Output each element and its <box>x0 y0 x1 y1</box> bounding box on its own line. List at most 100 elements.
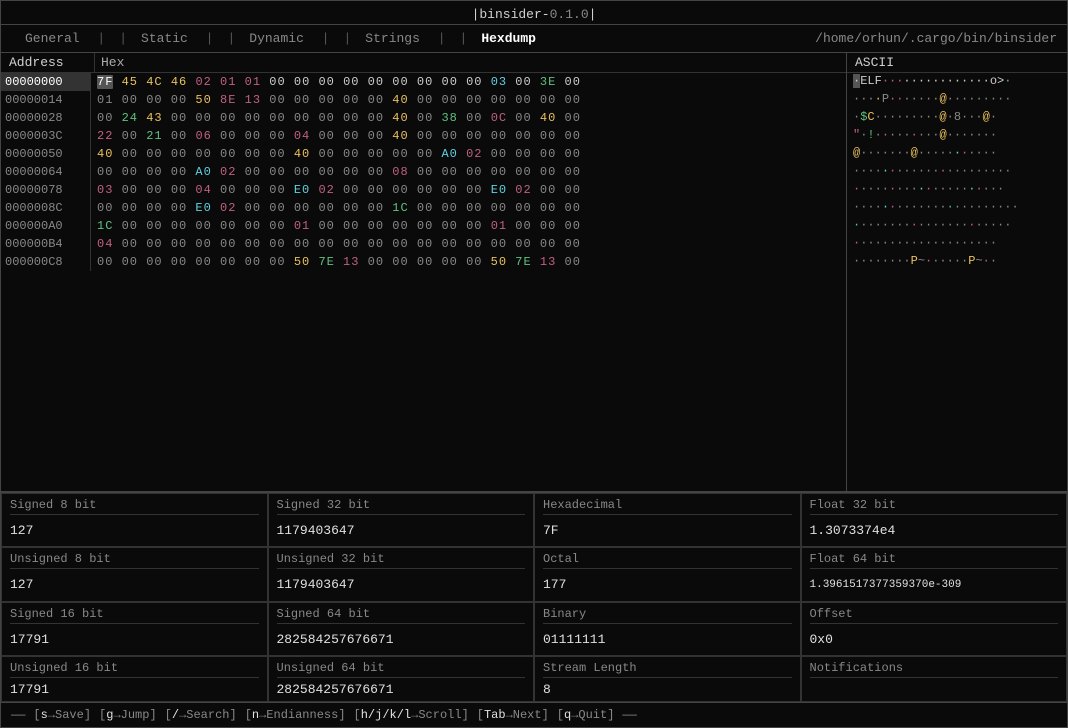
info-cell-stream-length: Stream Length 8 <box>534 656 801 702</box>
float32-label: Float 32 bit <box>810 498 1059 515</box>
tab-general[interactable]: General <box>11 29 119 48</box>
title-bar: |binsider-0.1.0| <box>1 1 1067 25</box>
tab-hexdump[interactable]: Hexdump <box>467 29 550 48</box>
hex-address: 00000000 <box>1 73 91 91</box>
footer-item-jump[interactable]: [g→Jump] <box>99 708 157 722</box>
ascii-row: ·ELF···············o>· <box>847 73 1067 91</box>
footer-item-next[interactable]: [Tab→Next] <box>477 708 549 722</box>
hex-rows-container[interactable]: 00000000 7F 45 4C 46 02 01 01 00 00 00 0… <box>1 73 846 271</box>
hex-row[interactable]: 000000B4 04 00 00 00 00 00 00 00 00 00 0… <box>1 235 846 253</box>
octal-label: Octal <box>543 552 792 569</box>
hex-row[interactable]: 00000064 00 00 00 00 A0 02 00 00 00 00 0… <box>1 163 846 181</box>
ascii-row: ·$C·········@·8···@· <box>847 109 1067 127</box>
signed32-value: 1179403647 <box>277 519 526 542</box>
hex-address: 0000008C <box>1 199 91 217</box>
hex-bytes: 40 00 00 00 00 00 00 00 40 00 00 00 00 0… <box>91 146 846 162</box>
hex-bytes: 04 00 00 00 00 00 00 00 00 00 00 00 00 0… <box>91 236 846 252</box>
ascii-rows-container: ·ELF···············o>· ····P·······@····… <box>847 73 1067 271</box>
footer: —— [s→Save] [g→Jump] [/→Search] [n→Endia… <box>1 702 1067 727</box>
hex-address: 00000064 <box>1 163 91 181</box>
nav-sep-1: | <box>119 31 127 46</box>
info-cell-signed16: Signed 16 bit 17791 <box>1 602 268 656</box>
ascii-row: ······················ <box>847 163 1067 181</box>
hex-value: 7F <box>543 519 792 542</box>
hex-bytes: 00 00 00 00 E0 02 00 00 00 00 00 00 1C 0… <box>91 200 846 216</box>
ascii-row: @·······@··········· <box>847 145 1067 163</box>
float64-value: 1.3961517377359370e-309 <box>810 573 1059 596</box>
unsigned32-label: Unsigned 32 bit <box>277 552 526 569</box>
hex-bytes: 1C 00 00 00 00 00 00 00 01 00 00 00 00 0… <box>91 218 846 234</box>
tab-static[interactable]: Static <box>127 29 227 48</box>
binary-label: Binary <box>543 607 792 624</box>
title-dash: - <box>542 7 550 22</box>
stream-length-value: 8 <box>543 682 792 697</box>
hex-bytes: 00 24 43 00 00 00 00 00 00 00 00 00 40 0… <box>91 110 846 126</box>
file-path: /home/orhun/.cargo/bin/binsider <box>815 31 1057 46</box>
hex-row[interactable]: 0000008C 00 00 00 00 E0 02 00 00 00 00 0… <box>1 199 846 217</box>
hex-bytes: 00 00 00 00 00 00 00 00 50 7E 13 00 00 0… <box>91 254 846 270</box>
hex-row[interactable]: 00000078 03 00 00 00 04 00 00 00 E0 02 0… <box>1 181 846 199</box>
unsigned64-value: 282584257676671 <box>277 682 526 697</box>
nav-sep-2: | <box>227 31 235 46</box>
footer-item-search[interactable]: [/→Search] <box>165 708 237 722</box>
hex-row[interactable]: 00000028 00 24 43 00 00 00 00 00 00 00 0… <box>1 109 846 127</box>
ascii-row: ······················· <box>847 199 1067 217</box>
footer-dash-left: —— <box>11 708 25 722</box>
hex-row[interactable]: 000000C8 00 00 00 00 00 00 00 00 50 7E 1… <box>1 253 846 271</box>
footer-item-quit[interactable]: [q→Quit] <box>557 708 615 722</box>
hex-row[interactable]: 00000000 7F 45 4C 46 02 01 01 00 00 00 0… <box>1 73 846 91</box>
ascii-section: ASCII ·ELF···············o>· ····P······… <box>847 53 1067 491</box>
hex-header: Hex <box>95 53 842 72</box>
app-version: 0.1.0 <box>550 7 589 22</box>
hex-address: 0000003C <box>1 127 91 145</box>
signed8-label: Signed 8 bit <box>10 498 259 515</box>
hex-row[interactable]: 00000014 01 00 00 00 50 8E 13 00 00 00 0… <box>1 91 846 109</box>
hex-address: 00000078 <box>1 181 91 199</box>
hex-headers: Address Hex <box>1 53 846 73</box>
info-cell-unsigned16: Unsigned 16 bit 17791 <box>1 656 268 702</box>
app-container: |binsider-0.1.0| General | Static | Dyna… <box>0 0 1068 728</box>
float64-label: Float 64 bit <box>810 552 1059 569</box>
ascii-row: ····P·······@········· <box>847 91 1067 109</box>
hex-bytes: 00 00 00 00 A0 02 00 00 00 00 00 00 08 0… <box>91 164 846 180</box>
octal-value: 177 <box>543 573 792 596</box>
footer-item-save[interactable]: [s→Save] <box>33 708 91 722</box>
unsigned32-value: 1179403647 <box>277 573 526 596</box>
signed16-label: Signed 16 bit <box>10 607 259 624</box>
unsigned8-value: 127 <box>10 573 259 596</box>
nav-sep-3: | <box>343 31 351 46</box>
info-cell-offset: Offset 0x0 <box>801 602 1068 656</box>
ascii-row: ···················· <box>847 235 1067 253</box>
hex-label: Hexadecimal <box>543 498 792 515</box>
stream-length-label: Stream Length <box>543 661 792 678</box>
hex-section: Address Hex 00000000 7F 45 4C 46 02 01 0… <box>1 53 847 491</box>
info-cell-unsigned8: Unsigned 8 bit 127 <box>1 547 268 601</box>
hex-address: 00000050 <box>1 145 91 163</box>
unsigned16-label: Unsigned 16 bit <box>10 661 259 678</box>
hex-row[interactable]: 0000003C 22 00 21 00 06 00 00 00 04 00 0… <box>1 127 846 145</box>
address-header: Address <box>5 53 95 72</box>
tab-strings[interactable]: Strings <box>351 29 459 48</box>
info-cell-signed64: Signed 64 bit 282584257676671 <box>268 602 535 656</box>
nav-sep-4: | <box>460 31 468 46</box>
footer-item-endianness[interactable]: [n→Endianness] <box>245 708 346 722</box>
hex-address: 00000014 <box>1 91 91 109</box>
info-grid: Signed 8 bit 127 Signed 32 bit 117940364… <box>1 492 1067 702</box>
offset-label: Offset <box>810 607 1059 624</box>
hex-bytes: 7F 45 4C 46 02 01 01 00 00 00 00 00 00 0… <box>91 74 846 90</box>
hex-row[interactable]: 00000050 40 00 00 00 00 00 00 00 40 00 0… <box>1 145 846 163</box>
info-cell-unsigned64: Unsigned 64 bit 282584257676671 <box>268 656 535 702</box>
info-cell-float32: Float 32 bit 1.3073374e4 <box>801 493 1068 547</box>
hex-view: Address Hex 00000000 7F 45 4C 46 02 01 0… <box>1 53 1067 492</box>
hex-address: 000000B4 <box>1 235 91 253</box>
info-cell-notifications: Notifications <box>801 656 1068 702</box>
ascii-row: ····················· <box>847 181 1067 199</box>
unsigned16-value: 17791 <box>10 682 259 697</box>
hex-address: 000000A0 <box>1 217 91 235</box>
title-separator-right: | <box>589 7 597 22</box>
tab-dynamic[interactable]: Dynamic <box>235 29 343 48</box>
offset-value: 0x0 <box>810 628 1059 651</box>
hex-row[interactable]: 000000A0 1C 00 00 00 00 00 00 00 01 00 0… <box>1 217 846 235</box>
footer-item-scroll[interactable]: [h/j/k/l→Scroll] <box>354 708 469 722</box>
hex-bytes: 01 00 00 00 50 8E 13 00 00 00 00 00 40 0… <box>91 92 846 108</box>
